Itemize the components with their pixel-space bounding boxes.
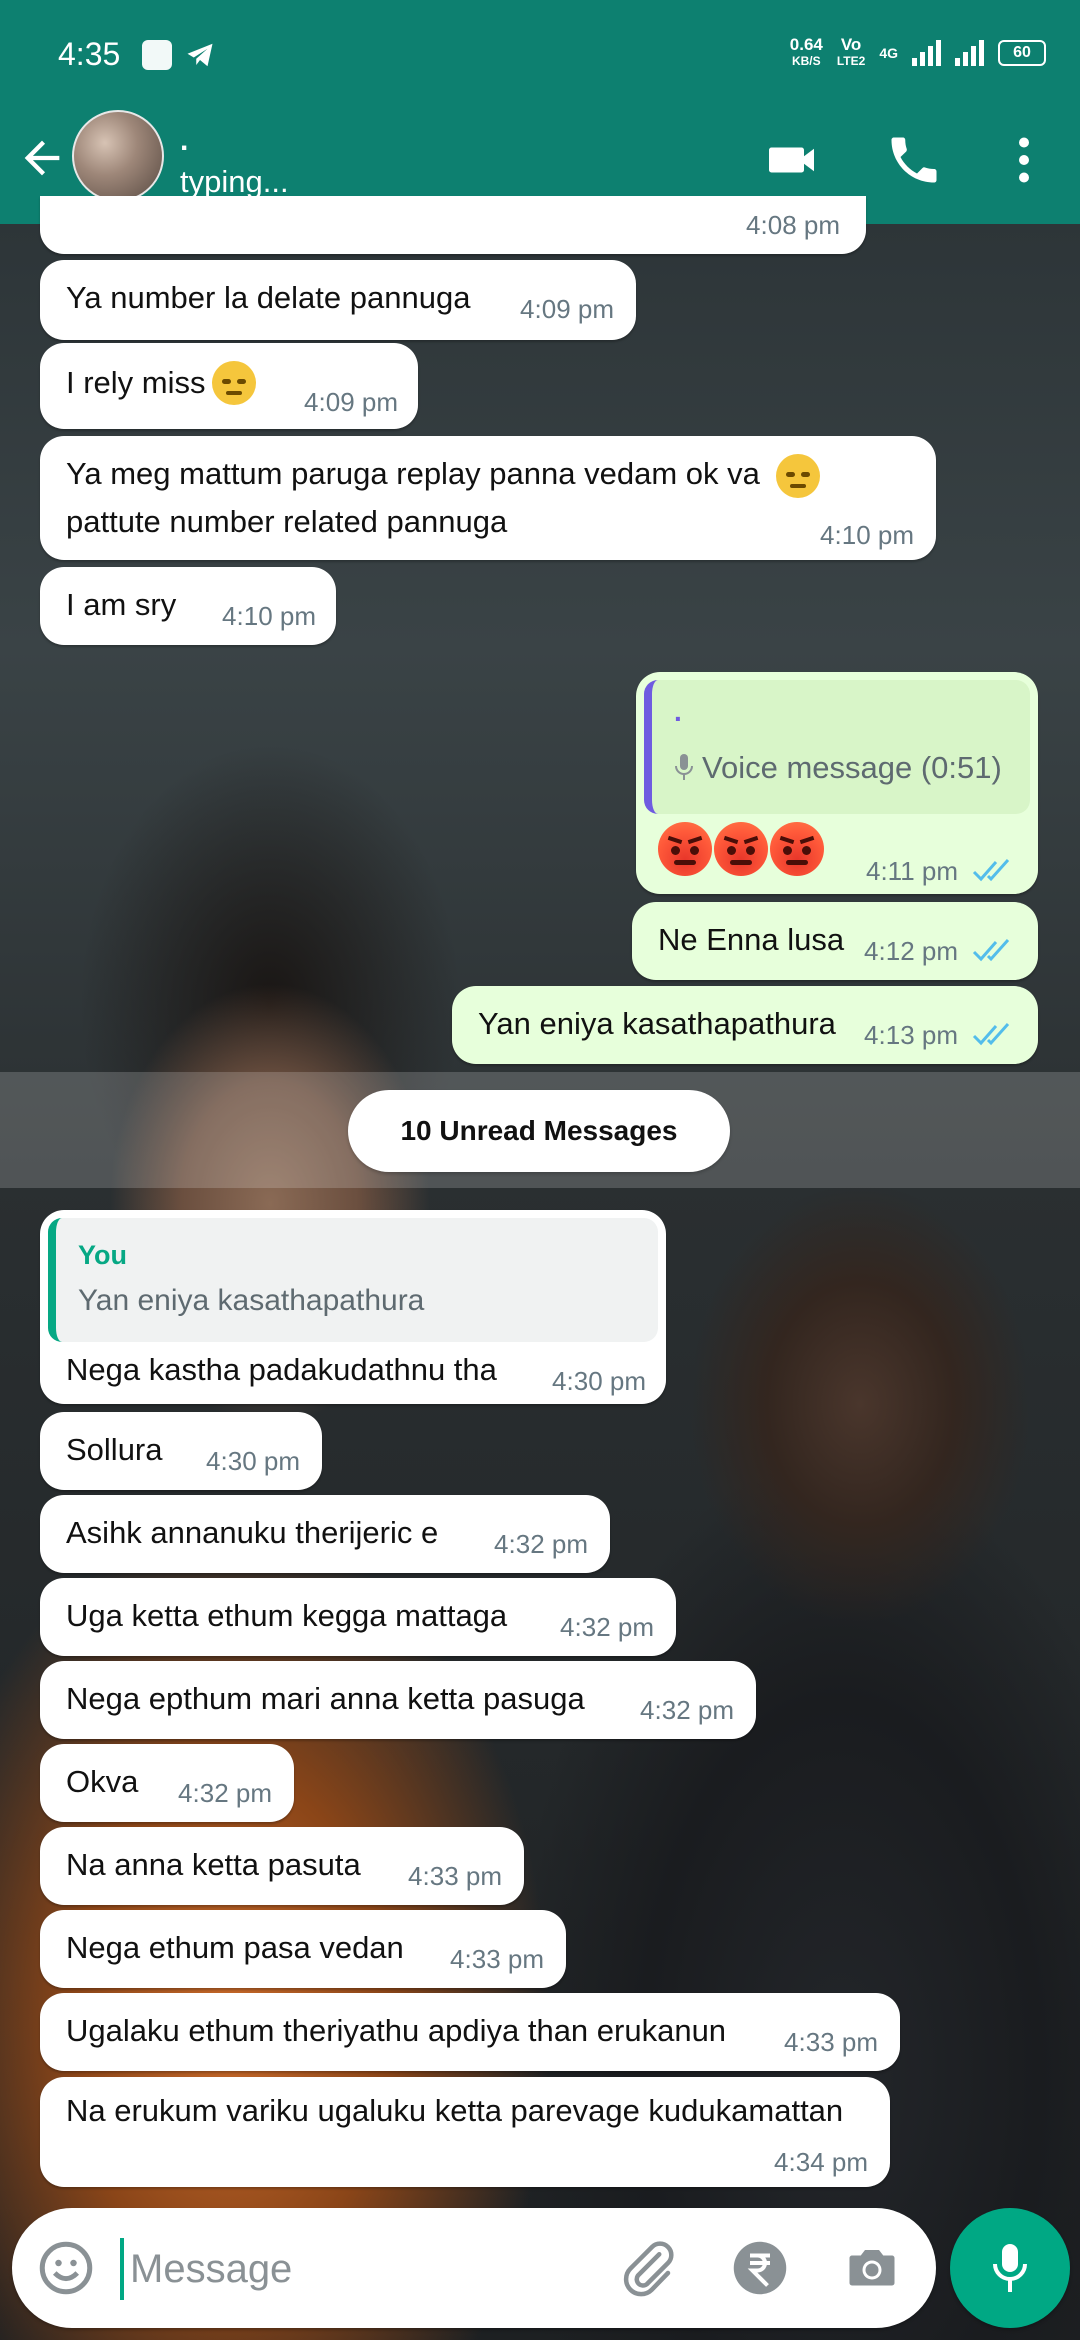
message-bubble-outgoing-voice[interactable]: . Voice message (0:51) 4:11 pm — [636, 672, 1038, 894]
message-time: 4:33 pm — [784, 2027, 878, 2057]
message-time: 4:10 pm — [820, 520, 914, 550]
message-input[interactable] — [120, 2238, 612, 2300]
pensive-face-emoji-icon — [776, 454, 820, 498]
voice-call-icon[interactable] — [884, 130, 944, 190]
message-time: 4:13 pm — [864, 1020, 958, 1050]
attach-icon[interactable] — [618, 2238, 678, 2298]
message-text: Nega kastha padakudathnu tha — [66, 1352, 497, 1387]
message-composer — [12, 2208, 936, 2328]
quoted-voice-message[interactable]: . Voice message (0:51) — [644, 680, 1030, 814]
message-text: Ugalaku ethum theriyathu apdiya than eru… — [66, 2013, 727, 2048]
mic-icon — [993, 2244, 1027, 2292]
message-bubble-incoming[interactable]: Ya number la delate pannuga 4:09 pm — [40, 260, 636, 340]
message-time: 4:32 pm — [640, 1695, 734, 1725]
message-bubble-incoming[interactable]: Nega epthum mari anna ketta pasuga 4:32 … — [40, 1661, 756, 1739]
message-time: 4:30 pm — [206, 1446, 300, 1476]
message-text: Sollura — [66, 1432, 163, 1467]
message-bubble-incoming[interactable]: Okva 4:32 pm — [40, 1744, 294, 1822]
message-time: 4:33 pm — [450, 1944, 544, 1974]
double-check-icon — [972, 858, 1010, 882]
message-text: Na erukum variku ugaluku ketta parevage … — [66, 2093, 844, 2128]
notification-icons — [142, 40, 216, 70]
battery-icon: 60 — [998, 40, 1046, 66]
message-time: 4:32 pm — [494, 1529, 588, 1559]
message-time: 4:32 pm — [560, 1612, 654, 1642]
message-time: 4:08 pm — [746, 210, 840, 240]
mic-button[interactable] — [950, 2208, 1070, 2328]
message-bubble-incoming[interactable]: Na anna ketta pasuta 4:33 pm — [40, 1827, 524, 1905]
message-text: I am sry — [66, 587, 177, 622]
message-text: Asihk annanuku therijeric e — [66, 1515, 439, 1550]
quoted-message[interactable]: You Yan eniya kasathapathura — [48, 1218, 658, 1342]
message-bubble-incoming[interactable]: Nega ethum pasa vedan 4:33 pm — [40, 1910, 566, 1988]
message-bubble-incoming[interactable]: Asihk annanuku therijeric e 4:32 pm — [40, 1495, 610, 1573]
more-options-icon[interactable] — [994, 130, 1054, 190]
angry-face-emoji-icon — [770, 822, 824, 876]
angry-face-emoji-icon — [658, 822, 712, 876]
message-time: 4:11 pm — [865, 856, 958, 886]
message-text-line-1: Ya meg mattum paruga replay panna vedam … — [66, 456, 760, 491]
volte-indicator: Vo LTE2 — [836, 35, 866, 68]
message-bubble-incoming[interactable]: Sollura 4:30 pm — [40, 1412, 322, 1490]
contact-status: typing... — [180, 164, 289, 199]
message-bubble-incoming[interactable]: Na erukum variku ugaluku ketta parevage … — [40, 2077, 890, 2187]
message-time: 4:09 pm — [520, 294, 614, 324]
telegram-icon — [187, 43, 213, 67]
message-text: Nega ethum pasa vedan — [66, 1930, 404, 1965]
message-bubble-incoming-reply[interactable]: You Yan eniya kasathapathura Nega kastha… — [40, 1210, 666, 1404]
message-time: 4:12 pm — [864, 936, 958, 966]
message-time: 4:34 pm — [774, 2147, 868, 2177]
quoted-author: You — [78, 1240, 127, 1270]
status-right: 0.64 KB/S Vo LTE2 4G 60 — [790, 36, 1046, 70]
message-time: 4:33 pm — [408, 1861, 502, 1891]
message-bubble-outgoing[interactable]: Ne Enna lusa 4:12 pm — [632, 902, 1038, 980]
message-bubble-incoming[interactable]: Uga ketta ethum kegga mattaga 4:32 pm — [40, 1578, 676, 1656]
message-time: 4:30 pm — [552, 1366, 646, 1396]
pensive-face-emoji-icon — [212, 361, 256, 405]
back-arrow-icon[interactable] — [16, 132, 68, 184]
message-time: 4:09 pm — [304, 387, 398, 417]
message-text: I rely miss — [66, 365, 206, 400]
message-text: Na anna ketta pasuta — [66, 1847, 361, 1882]
contact-avatar[interactable] — [72, 110, 164, 202]
video-call-icon[interactable] — [764, 130, 824, 190]
message-bubble-incoming[interactable]: 4:08 pm — [40, 196, 866, 254]
quoted-author: . — [674, 696, 682, 727]
angry-face-emoji-icon — [714, 822, 768, 876]
message-bubble-incoming[interactable]: Ya meg mattum paruga replay panna vedam … — [40, 436, 936, 560]
status-time: 4:35 — [58, 36, 121, 72]
double-check-icon — [972, 938, 1010, 962]
status-bar: 4:35 0.64 KB/S Vo LTE2 4G 60 — [0, 0, 1080, 110]
message-time: 4:10 pm — [222, 601, 316, 631]
message-time: 4:32 pm — [178, 1778, 272, 1808]
network-speed: 0.64 KB/S — [789, 35, 823, 68]
message-bubble-incoming[interactable]: Ugalaku ethum theriyathu apdiya than eru… — [40, 1993, 900, 2071]
message-text: Ne Enna lusa — [658, 922, 845, 957]
microphone-small-icon — [675, 754, 693, 780]
message-text: Nega epthum mari anna ketta pasuga — [66, 1681, 585, 1716]
app-notification-icon — [142, 40, 172, 70]
message-text: Uga ketta ethum kegga mattaga — [66, 1598, 508, 1633]
voice-message-label: Voice message (0:51) — [702, 750, 1002, 785]
camera-icon[interactable] — [842, 2238, 902, 2298]
double-check-icon — [972, 1022, 1010, 1046]
message-text-line-2: pattute number related pannuga — [66, 504, 508, 539]
message-bubble-outgoing[interactable]: Yan eniya kasathapathura 4:13 pm — [452, 986, 1038, 1064]
message-bubble-incoming[interactable]: I am sry 4:10 pm — [40, 567, 336, 645]
rupee-payment-icon[interactable] — [730, 2238, 790, 2298]
network-type: 4G — [879, 45, 898, 61]
message-bubble-incoming[interactable]: I rely miss 4:09 pm — [40, 343, 418, 429]
contact-name[interactable]: . — [180, 124, 188, 158]
quoted-text: Yan eniya kasathapathura — [78, 1284, 425, 1317]
signal-strength-icon — [912, 40, 941, 66]
message-text: Yan eniya kasathapathura — [478, 1006, 836, 1041]
message-text: Ya number la delate pannuga — [66, 280, 471, 315]
unread-messages-divider: 10 Unread Messages — [348, 1090, 730, 1172]
signal-strength-2-icon — [955, 40, 984, 66]
emoji-icon[interactable] — [36, 2238, 96, 2298]
message-text: Okva — [66, 1764, 139, 1799]
